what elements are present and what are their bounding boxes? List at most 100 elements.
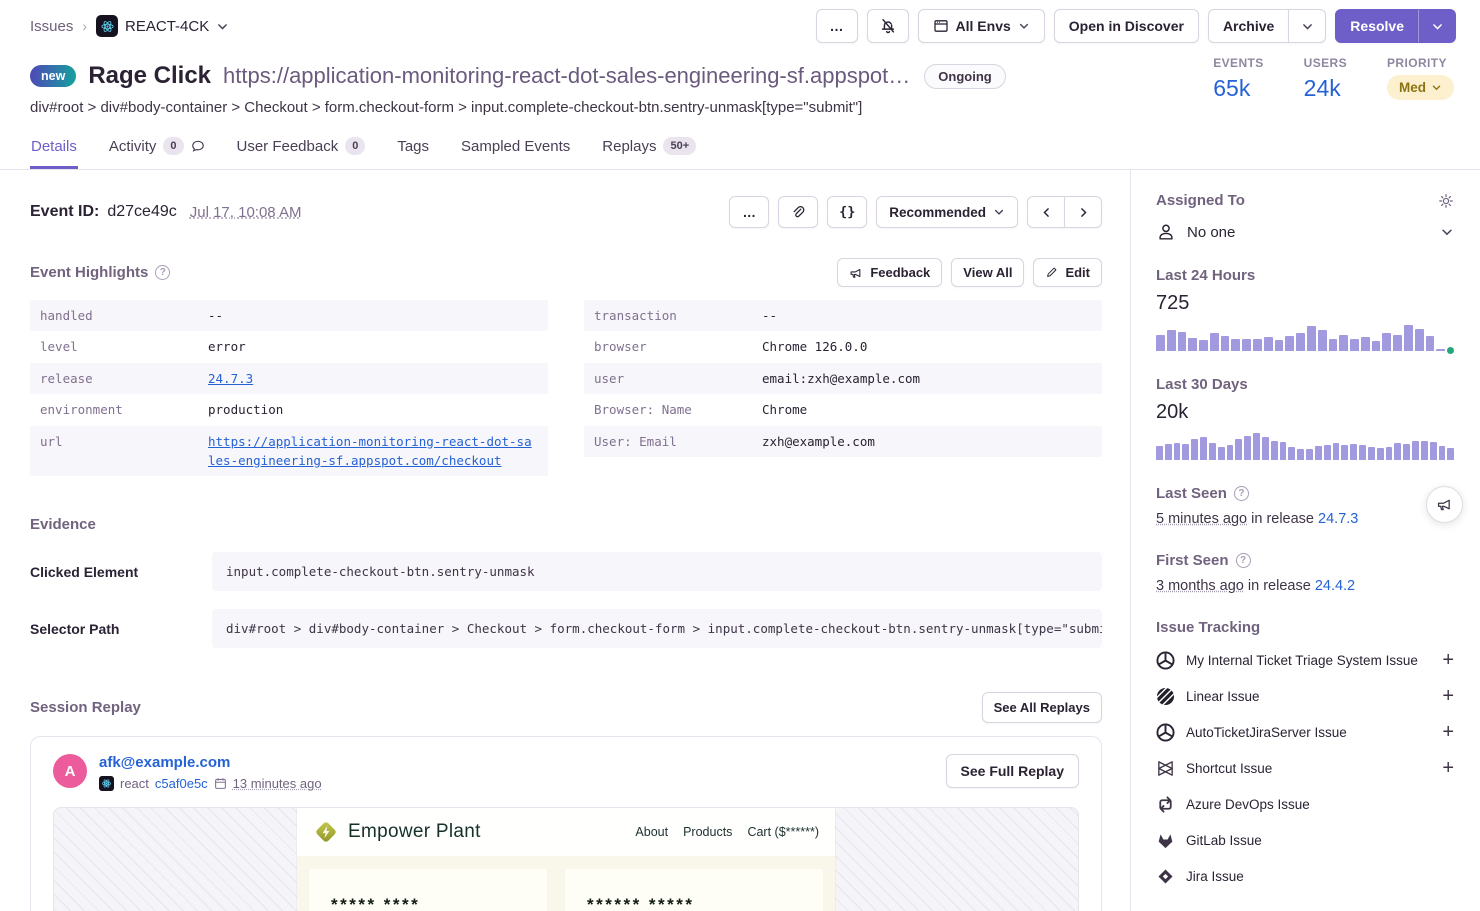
event-highlights-header: Event Highlights ? Feedback View All bbox=[30, 258, 1102, 287]
last-24h-block: Last 24 Hours 725 bbox=[1156, 267, 1454, 351]
chart-bar bbox=[1368, 447, 1375, 460]
assignee-dropdown[interactable]: No one bbox=[1156, 222, 1454, 242]
breadcrumb-issues-link[interactable]: Issues bbox=[30, 18, 73, 35]
jira-icon bbox=[1156, 867, 1175, 886]
highlight-value-link[interactable]: https://application-monitoring-react-dot… bbox=[208, 432, 538, 471]
event-more-button[interactable]: … bbox=[729, 196, 769, 228]
edit-button[interactable]: Edit bbox=[1033, 258, 1102, 287]
floating-feedback-button[interactable] bbox=[1426, 486, 1463, 523]
megaphone-icon bbox=[1436, 496, 1453, 513]
replay-preview[interactable]: Empower Plant AboutProductsCart ($******… bbox=[53, 807, 1079, 911]
priority-dropdown[interactable]: Med bbox=[1387, 75, 1454, 100]
add-issue-button[interactable]: + bbox=[1442, 650, 1454, 670]
issue-tracking-item-azure-devops-issue[interactable]: Azure DevOps Issue bbox=[1156, 786, 1454, 822]
tab-tags[interactable]: Tags bbox=[396, 129, 430, 169]
highlight-key: release bbox=[40, 369, 208, 388]
issue-tracking-item-jira-issue[interactable]: Jira Issue bbox=[1156, 858, 1454, 894]
open-in-discover-button[interactable]: Open in Discover bbox=[1054, 9, 1199, 43]
copy-event-link-button[interactable] bbox=[778, 196, 818, 228]
stat-value-link[interactable]: 65k bbox=[1213, 75, 1263, 102]
evidence-label: Clicked Element bbox=[30, 552, 212, 580]
chart-bar bbox=[1296, 333, 1305, 351]
highlight-row: handled-- bbox=[30, 300, 548, 331]
issue-tracking-item-shortcut-issue[interactable]: Shortcut Issue+ bbox=[1156, 750, 1454, 786]
project-selector[interactable]: REACT-4CK bbox=[96, 15, 229, 37]
issue-tracking-item-autoticketjiraserver-issue[interactable]: AutoTicketJiraServer Issue+ bbox=[1156, 714, 1454, 750]
add-issue-button[interactable]: + bbox=[1442, 758, 1454, 778]
resolve-dropdown-button[interactable] bbox=[1418, 9, 1456, 43]
chart-bar bbox=[1199, 340, 1208, 351]
view-json-button[interactable]: {} bbox=[827, 196, 867, 228]
event-selector-dropdown[interactable]: Recommended bbox=[876, 196, 1018, 228]
tab-details[interactable]: Details bbox=[30, 129, 78, 169]
chart-bar bbox=[1329, 339, 1338, 351]
replay-user-link[interactable]: afk@example.com bbox=[99, 754, 230, 771]
replay-site-header: Empower Plant AboutProductsCart ($******… bbox=[297, 808, 835, 856]
add-issue-button[interactable]: + bbox=[1442, 686, 1454, 706]
chart-bar bbox=[1227, 445, 1234, 460]
last-30d-count: 20k bbox=[1156, 401, 1454, 424]
tab-sampled-events[interactable]: Sampled Events bbox=[460, 129, 571, 169]
first-seen-time[interactable]: 3 months ago bbox=[1156, 578, 1244, 594]
evidence-value: div#root > div#body-container > Checkout… bbox=[212, 609, 1102, 648]
environment-selector[interactable]: All Envs bbox=[918, 9, 1045, 43]
breadcrumb-separator-icon: › bbox=[82, 18, 87, 34]
top-actions: … All Envs Open in Discover Archive bbox=[816, 9, 1456, 43]
see-all-replays-button[interactable]: See All Replays bbox=[982, 692, 1102, 723]
highlight-row: environmentproduction bbox=[30, 394, 548, 425]
replay-time-ago[interactable]: 13 minutes ago bbox=[233, 776, 322, 791]
resolve-button-group: Resolve bbox=[1335, 9, 1456, 43]
replay-id-link[interactable]: c5af0e5c bbox=[155, 776, 208, 791]
view-all-button[interactable]: View All bbox=[951, 258, 1024, 287]
tab-label: User Feedback bbox=[237, 138, 339, 155]
tab-replays[interactable]: Replays50+ bbox=[601, 129, 697, 169]
chart-bar bbox=[1235, 439, 1242, 460]
feedback-button[interactable]: Feedback bbox=[837, 258, 942, 287]
issue-tracking-item-gitlab-issue[interactable]: GitLab Issue bbox=[1156, 822, 1454, 858]
add-issue-button[interactable]: + bbox=[1442, 722, 1454, 742]
resolve-button[interactable]: Resolve bbox=[1335, 9, 1419, 43]
see-full-replay-button[interactable]: See Full Replay bbox=[946, 754, 1079, 788]
last-seen-release-link[interactable]: 24.7.3 bbox=[1318, 511, 1358, 527]
highlight-value-link[interactable]: 24.7.3 bbox=[208, 369, 253, 388]
chart-bar bbox=[1333, 443, 1340, 460]
chart-bar bbox=[1242, 339, 1251, 351]
archive-button[interactable]: Archive bbox=[1208, 9, 1289, 43]
last-seen-line: 5 minutes ago in release 24.7.3 bbox=[1156, 511, 1454, 527]
chart-bar bbox=[1280, 442, 1287, 460]
replay-project-name: react bbox=[120, 776, 149, 791]
first-seen-release-link[interactable]: 24.4.2 bbox=[1315, 578, 1355, 594]
chart-bar bbox=[1412, 441, 1419, 460]
chart-bar bbox=[1188, 338, 1197, 352]
event-highlights-tables: handled--levelerrorrelease24.7.3environm… bbox=[30, 300, 1102, 476]
more-actions-button[interactable]: … bbox=[816, 9, 858, 43]
chart-bar bbox=[1382, 333, 1391, 351]
archive-dropdown-button[interactable] bbox=[1288, 9, 1326, 43]
issue-tracking-label: Jira Issue bbox=[1186, 869, 1244, 884]
gear-icon[interactable] bbox=[1438, 193, 1454, 209]
tab-activity[interactable]: Activity0 bbox=[108, 129, 206, 169]
highlight-key: url bbox=[40, 432, 208, 471]
tab-user-feedback[interactable]: User Feedback0 bbox=[236, 129, 367, 169]
mute-alerts-button[interactable] bbox=[867, 9, 909, 43]
chart-bar bbox=[1297, 449, 1304, 460]
tab-badge: 0 bbox=[163, 137, 183, 155]
issue-tracking-item-linear-issue[interactable]: Linear Issue+ bbox=[1156, 678, 1454, 714]
gitlab-icon bbox=[1156, 831, 1175, 850]
highlight-value: email:zxh@example.com bbox=[762, 369, 920, 388]
assigned-to-block: Assigned To No one bbox=[1156, 192, 1454, 242]
highlight-row: transaction-- bbox=[584, 300, 1102, 331]
stat-label: USERS bbox=[1304, 56, 1347, 70]
previous-event-button[interactable] bbox=[1027, 196, 1065, 228]
priority-stat: PRIORITY Med bbox=[1387, 56, 1454, 100]
project-name: REACT-4CK bbox=[125, 18, 209, 35]
section-title: Assigned To bbox=[1156, 192, 1245, 209]
last-seen-time[interactable]: 5 minutes ago bbox=[1156, 511, 1247, 527]
highlights-table-right: transaction--browserChrome 126.0.0userem… bbox=[584, 300, 1102, 476]
issue-tracking-item-my-internal-ticket-triage-system-issue[interactable]: My Internal Ticket Triage System Issue+ bbox=[1156, 642, 1454, 678]
event-timestamp[interactable]: Jul 17, 10:08 AM bbox=[190, 204, 302, 221]
next-event-button[interactable] bbox=[1064, 196, 1102, 228]
stat-value-link[interactable]: 24k bbox=[1304, 75, 1347, 102]
chart-bar bbox=[1218, 447, 1225, 461]
chart-bar bbox=[1200, 437, 1207, 460]
